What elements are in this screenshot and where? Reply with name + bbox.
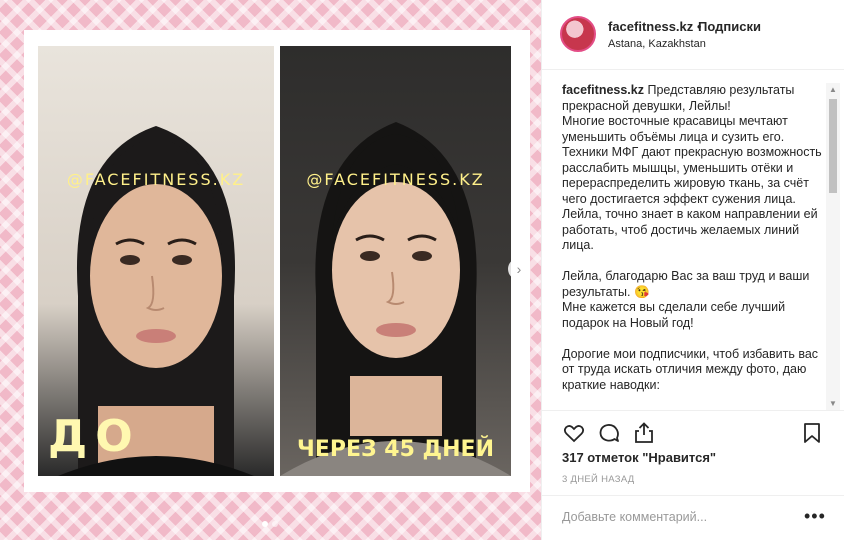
more-options-icon[interactable]: ••• (804, 506, 826, 527)
caption-text: Представляю результаты прекрасной девушк… (562, 83, 822, 392)
avatar[interactable] (560, 16, 596, 52)
comments-scrollbar[interactable]: ▲ ▼ (826, 83, 840, 410)
comments-area: facefitness.kz Представляю результаты пр… (542, 71, 844, 410)
following-button[interactable]: Подписки (698, 19, 761, 34)
post-timestamp[interactable]: 3 ДНЕЙ НАЗАД (562, 474, 635, 485)
post-media: @FACEFITNESS.KZ ДО @FACEFITNESS.KZ ЧЕРЕЗ… (0, 0, 541, 540)
comment-bar: ••• (542, 495, 844, 540)
carousel-dots (262, 521, 278, 527)
instagram-post-modal: @FACEFITNESS.KZ ДО @FACEFITNESS.KZ ЧЕРЕЗ… (0, 0, 844, 540)
scroll-thumb[interactable] (829, 99, 837, 193)
share-icon[interactable] (632, 421, 656, 445)
scroll-up-arrow-icon[interactable]: ▲ (829, 85, 837, 95)
comment-icon[interactable] (597, 421, 621, 445)
username-link[interactable]: facefitness.kz (608, 19, 693, 34)
carousel-dot-1[interactable] (262, 521, 268, 527)
likes-count[interactable]: 317 отметок "Нравится" (562, 450, 716, 465)
post-caption: facefitness.kz Представляю результаты пр… (562, 83, 824, 393)
chevron-right-icon[interactable]: › (508, 258, 530, 280)
carousel-dot-2[interactable] (272, 521, 278, 527)
header-username[interactable]: facefitness.kz • (608, 19, 701, 34)
post-side-panel: facefitness.kz • Подписки Astana, Kazakh… (541, 0, 844, 540)
photo-frame: @FACEFITNESS.KZ ДО @FACEFITNESS.KZ ЧЕРЕЗ… (24, 30, 530, 492)
heart-icon[interactable] (562, 421, 586, 445)
post-header: facefitness.kz • Подписки Astana, Kazakh… (542, 0, 844, 70)
scroll-down-arrow-icon[interactable]: ▼ (829, 399, 837, 409)
after-label: ЧЕРЕЗ 45 ДНЕЙ (297, 437, 494, 462)
after-face-illustration (280, 122, 511, 476)
before-photo: @FACEFITNESS.KZ ДО (38, 46, 274, 476)
before-label: ДО (48, 411, 141, 462)
after-watermark: @FACEFITNESS.KZ (306, 170, 485, 189)
bookmark-icon[interactable] (800, 421, 824, 445)
comment-input[interactable] (562, 510, 792, 524)
location-link[interactable]: Astana, Kazakhstan (608, 38, 706, 50)
caption-username[interactable]: facefitness.kz (562, 83, 644, 97)
post-actions (542, 410, 844, 450)
before-watermark: @FACEFITNESS.KZ (66, 170, 246, 189)
after-photo: @FACEFITNESS.KZ ЧЕРЕЗ 45 ДНЕЙ (280, 46, 511, 476)
